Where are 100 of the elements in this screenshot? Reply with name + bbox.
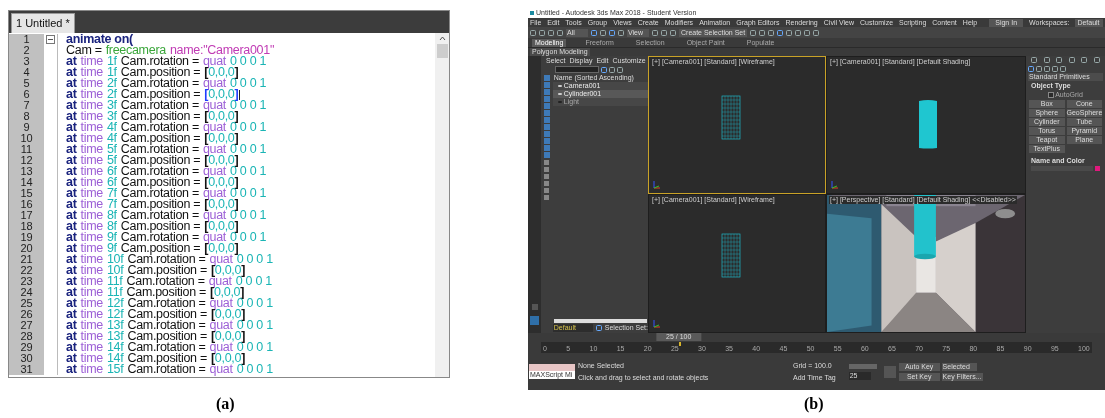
- code-token: quat: [209, 298, 233, 309]
- code-token: at: [66, 89, 77, 100]
- line-number: 23: [9, 276, 44, 287]
- code-token: time: [80, 331, 103, 342]
- search-field[interactable]: [555, 66, 599, 73]
- code-token: 3f: [106, 100, 117, 111]
- time-marker[interactable]: [678, 342, 681, 346]
- code-token: 11f: [106, 287, 123, 298]
- code-token: 13f: [106, 320, 124, 331]
- code-token: time: [80, 78, 103, 89]
- app-logo-icon: [530, 11, 534, 15]
- code-token: 10f: [106, 265, 124, 276]
- code-token: 8f: [106, 221, 117, 232]
- code-token: ]: [234, 177, 239, 188]
- code-token: 7f: [106, 199, 117, 210]
- code-token: Cam.position =: [127, 353, 207, 364]
- code-token: 0,0,0: [208, 155, 235, 166]
- line-number: 21: [9, 254, 44, 265]
- code-token: at: [66, 100, 77, 111]
- code-token: 0,0,0: [214, 353, 242, 364]
- code-token: time: [80, 243, 103, 254]
- code-token: 0 0 0 1: [230, 144, 267, 155]
- checkbox[interactable]: [1048, 92, 1055, 98]
- code-token: time: [80, 254, 103, 265]
- code-token: at: [66, 199, 77, 210]
- line-number: 18: [9, 221, 44, 232]
- code-token: 11f: [106, 276, 123, 287]
- code-token: time: [80, 265, 103, 276]
- code-token: Cam.rotation =: [126, 276, 205, 287]
- code-token: time: [80, 177, 103, 188]
- code-token: quat: [208, 276, 232, 287]
- code-token: name:"Camera001": [169, 45, 275, 56]
- line-number: 6: [9, 89, 44, 100]
- code-token: at: [66, 67, 77, 78]
- line-number: 2: [9, 45, 44, 56]
- code-token: Cam.position =: [120, 133, 201, 144]
- scrollbar[interactable]: [435, 33, 449, 377]
- code-token: Cam.rotation =: [120, 232, 199, 243]
- code-token: 10f: [106, 254, 124, 265]
- code-token: time: [80, 309, 103, 320]
- code-token: time: [80, 298, 103, 309]
- code-token: [: [204, 89, 209, 100]
- code-token: Cam.position =: [120, 221, 201, 232]
- line-number: 15: [9, 188, 44, 199]
- editor-tab[interactable]: 1 Untitled *: [11, 13, 75, 33]
- axis-gizmo-icon: [831, 180, 839, 189]
- fold-icon[interactable]: [46, 35, 55, 44]
- code-token: at: [66, 188, 77, 199]
- code-token: Cam.rotation =: [127, 254, 206, 265]
- axis-gizmo-icon: [653, 319, 661, 328]
- code-token: 2f: [106, 89, 117, 100]
- code-token: at: [66, 254, 77, 265]
- line-number: 27: [9, 320, 44, 331]
- code-token: 0 0 0 1: [230, 56, 267, 67]
- line-number: 13: [9, 166, 44, 177]
- listener-field[interactable]: [529, 364, 575, 371]
- code-token: 9f: [106, 232, 117, 243]
- code-token: 0 0 0 1: [230, 122, 267, 133]
- code-token: 0,0,0: [213, 287, 241, 298]
- code-token: 1f: [106, 56, 117, 67]
- code-token: Cam =: [66, 45, 102, 56]
- code-token: quat: [209, 364, 233, 375]
- code-token: 6f: [106, 166, 117, 177]
- code-token: 0,0,0: [208, 243, 235, 254]
- code-token: ]: [240, 287, 245, 298]
- scroll-up-icon[interactable]: [438, 36, 446, 41]
- code-token: time: [80, 364, 103, 375]
- code-token: 1f: [106, 67, 117, 78]
- code-token: time: [80, 342, 103, 353]
- code-token: Cam.rotation =: [127, 298, 206, 309]
- line-number: 3: [9, 56, 44, 67]
- line-number: 8: [9, 111, 44, 122]
- code-token: 0,0,0: [214, 309, 242, 320]
- code-token: time: [80, 122, 103, 133]
- code-token: at: [66, 232, 77, 243]
- code-token: 0,0,0: [208, 89, 235, 100]
- code-token: 0 0 0 1: [236, 254, 273, 265]
- code-token: 5f: [106, 144, 117, 155]
- horizontal-scrollbar[interactable]: [553, 319, 647, 323]
- scroll-thumb[interactable]: [436, 44, 448, 58]
- code-token: Cam.position =: [120, 243, 201, 254]
- code-token: 0 0 0 1: [230, 232, 267, 243]
- code-token: Cam.rotation =: [127, 320, 206, 331]
- code-token: 7f: [106, 188, 117, 199]
- code-token: 6f: [106, 177, 117, 188]
- code-token: 0 0 0 1: [235, 276, 272, 287]
- code-token: 0 0 0 1: [236, 342, 273, 353]
- code-token: ]: [234, 199, 239, 210]
- color-swatch[interactable]: [1095, 166, 1100, 171]
- line-number: 4: [9, 67, 44, 78]
- code-token: Cam.position =: [120, 155, 201, 166]
- code-token: time: [80, 353, 103, 364]
- code-token: ]: [234, 67, 239, 78]
- code-token: ]: [241, 265, 245, 276]
- code-token: time: [80, 232, 103, 243]
- line-number: 28: [9, 331, 44, 342]
- code-token: time: [80, 221, 103, 232]
- code-token: [: [204, 111, 209, 122]
- line-number: 25: [9, 298, 44, 309]
- line-number: 11: [9, 144, 44, 155]
